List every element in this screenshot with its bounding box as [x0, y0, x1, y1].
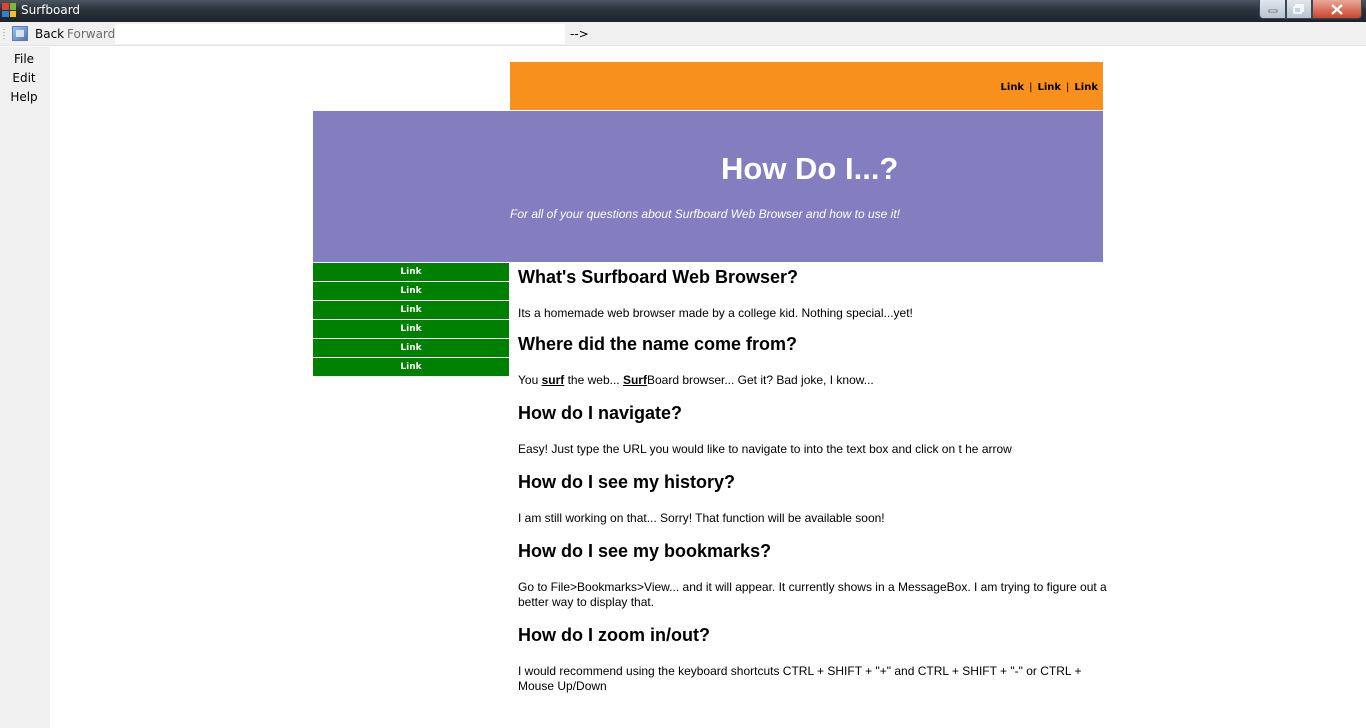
faq-answer: Go to File>Bookmarks>View... and it will…	[518, 580, 1107, 609]
back-button[interactable]: Back	[35, 27, 64, 41]
page-title: How Do I...?	[721, 151, 899, 186]
faq-answer: You surf the web... SurfBoard browser...…	[518, 373, 874, 387]
web-view: Link | Link | Link How Do I...? For all …	[50, 47, 1366, 728]
close-button[interactable]	[1312, 0, 1362, 19]
forward-button[interactable]: Forward	[67, 27, 115, 41]
side-nav-link[interactable]: Link	[313, 339, 509, 357]
url-input[interactable]	[115, 24, 565, 44]
faq-heading: How do I zoom in/out?	[518, 625, 710, 645]
faq-heading: Where did the name come from?	[518, 334, 798, 354]
emphasis-surf: Surf	[622, 373, 647, 387]
top-nav-links: Link | Link | Link	[996, 82, 1103, 93]
top-link[interactable]: Link	[1069, 82, 1103, 93]
menu-help[interactable]: Help	[0, 90, 48, 104]
faq-answer: I am still working on that... Sorry! Tha…	[518, 511, 885, 525]
side-nav-link[interactable]: Link	[313, 320, 509, 338]
page-icon	[12, 26, 28, 41]
navigation-toolbar: Back Forward -->	[0, 22, 1366, 46]
faq-heading: How do I see my bookmarks?	[518, 541, 772, 561]
maximize-button[interactable]	[1286, 0, 1312, 19]
app-windows-icon	[2, 3, 16, 17]
menu-edit[interactable]: Edit	[0, 71, 48, 85]
window-title: Surfboard	[21, 3, 81, 17]
faq-heading: What's Surfboard Web Browser?	[518, 267, 798, 287]
page-banner: How Do I...? For all of your questions a…	[313, 111, 1103, 262]
faq-answer: Its a homemade web browser made by a col…	[518, 306, 913, 320]
side-nav: Link Link Link Link Link Link	[313, 263, 509, 377]
faq-article: What's Surfboard Web Browser? Its a home…	[518, 267, 1108, 694]
toolbar-grip-icon[interactable]	[3, 28, 5, 40]
header-orange-bar: Link | Link | Link	[510, 62, 1103, 110]
side-nav-link[interactable]: Link	[313, 301, 509, 319]
page-subtitle: For all of your questions about Surfboar…	[510, 207, 900, 221]
side-nav-link[interactable]: Link	[313, 358, 509, 376]
minimize-button[interactable]	[1259, 0, 1286, 19]
minimize-icon	[1268, 9, 1277, 13]
faq-answer: Easy! Just type the URL you would like t…	[518, 442, 1012, 456]
maximize-icon	[1293, 4, 1304, 14]
side-nav-link[interactable]: Link	[313, 263, 509, 281]
top-link[interactable]: Link	[996, 82, 1030, 93]
close-icon	[1331, 3, 1343, 15]
faq-heading: How do I see my history?	[518, 472, 736, 492]
side-nav-link[interactable]: Link	[313, 282, 509, 300]
emphasis-surf: surf	[541, 373, 565, 387]
window-titlebar: Surfboard	[0, 0, 1366, 22]
top-link[interactable]: Link	[1032, 82, 1066, 93]
faq-heading: How do I navigate?	[518, 403, 683, 423]
side-menu: File Edit Help	[0, 47, 50, 728]
menu-file[interactable]: File	[0, 52, 48, 66]
go-button[interactable]: -->	[570, 27, 589, 41]
faq-answer: I would recommend using the keyboard sho…	[518, 664, 1082, 693]
